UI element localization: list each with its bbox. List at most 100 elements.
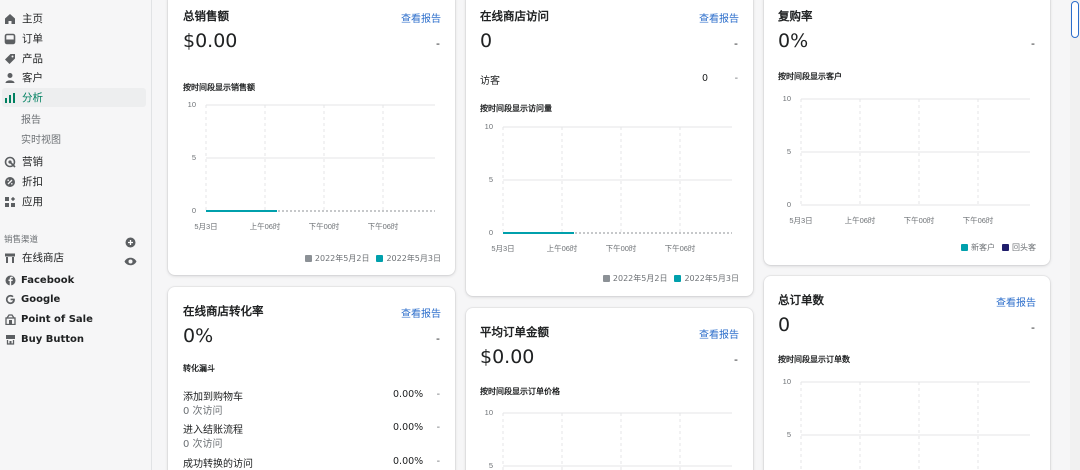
legend-swatch [1002, 244, 1009, 251]
card-avg-order-value: 平均订单金额 查看报告 $0.00 - 按时间段显示订单价格 10 5 [466, 308, 753, 470]
sidebar-item-label: 在线商店 [22, 252, 64, 264]
funnel-row-sub: 0 次访问 [183, 406, 223, 417]
change-indicator: - [734, 37, 738, 50]
buy-button-icon [4, 333, 16, 345]
view-report-link[interactable]: 查看报告 [401, 10, 441, 25]
scrollbar[interactable] [1070, 0, 1080, 470]
funnel-row-value: 0.00% [393, 422, 424, 433]
change-indicator: - [436, 37, 440, 50]
x-tick-label: 5月3日 [789, 216, 812, 225]
view-report-link[interactable]: 查看报告 [699, 10, 739, 25]
change-indicator: - [734, 353, 738, 366]
discount-icon [3, 175, 16, 188]
total-sales-value: $0.00 [183, 30, 238, 52]
card-total-sales: 总销售额 查看报告 $0.00 - 按时间段显示销售额 10 5 0 5月3日 … [168, 0, 455, 275]
y-tick-label: 10 [783, 377, 791, 386]
y-tick-label: 10 [783, 94, 791, 103]
y-tick-label: 10 [188, 100, 196, 109]
y-tick-label: 0 [787, 200, 791, 209]
change-indicator: - [436, 332, 440, 345]
sidebar-item-label: 客户 [22, 72, 43, 84]
conversion-rate-value: 0% [183, 325, 214, 347]
pos-icon [4, 313, 16, 325]
card-store-visits: 在线商店访问 查看报告 0 - 访客 0 - 按时间段显示访问量 10 5 0 … [466, 0, 753, 296]
y-tick-label: 5 [192, 153, 196, 162]
y-tick-label: 0 [489, 228, 493, 237]
sidebar-item-orders[interactable]: 订单 [2, 29, 146, 48]
sidebar-item-label: 营销 [22, 156, 43, 168]
chart-subtitle: 按时间段显示访问量 [480, 104, 552, 113]
view-report-link[interactable]: 查看报告 [699, 326, 739, 341]
card-conversion-rate: 在线商店转化率 查看报告 0% - 转化漏斗 添加到购物车 0 次访问 0.00… [168, 287, 455, 470]
x-tick-label: 上午06时 [250, 221, 281, 231]
sidebar-item-analytics[interactable]: 分析 [2, 88, 146, 107]
sales-channels-label: 销售渠道 [4, 235, 39, 245]
legend-label: 2022年5月3日 [386, 254, 441, 263]
sidebar-subitem-live-view[interactable]: 实时视图 [21, 131, 61, 146]
eye-icon[interactable] [124, 252, 137, 266]
y-tick-label: 0 [192, 206, 196, 215]
card-repeat-rate: 复购率 0% - 按时间段显示客户 10 5 0 5月3日 上午06时 下午00… [764, 0, 1050, 265]
x-tick-label: 下午06时 [665, 243, 696, 253]
x-tick-label: 下午00时 [904, 215, 935, 225]
change-indicator: - [1031, 321, 1035, 334]
card-title: 复购率 [778, 9, 813, 23]
sidebar-item-products[interactable]: 产品 [2, 49, 146, 68]
chart-legend: 新客户 回头客 [961, 242, 1036, 253]
legend-swatch [674, 275, 682, 282]
x-tick-label: 5月3日 [491, 244, 514, 253]
legend-swatch [304, 255, 312, 262]
avg-order-value: $0.00 [480, 346, 535, 368]
total-orders-value: 0 [778, 314, 791, 336]
analytics-icon [3, 91, 16, 104]
view-report-link[interactable]: 查看报告 [401, 305, 441, 320]
sidebar-item-label: 折扣 [22, 176, 43, 188]
channel-label: Facebook [21, 274, 75, 286]
change-indicator: - [1031, 37, 1035, 50]
y-tick-label: 5 [787, 430, 791, 439]
sidebar-item-home[interactable]: 主页 [2, 9, 146, 28]
sidebar-item-label: 主页 [22, 13, 43, 25]
chart-subtitle: 按时间段显示订单数 [778, 355, 850, 364]
channel-label: Point of Sale [21, 313, 93, 325]
sidebar: 主页 订单 产品 客户 分析 报告 实时视图 营销 折扣 应用 销售渠道 在线商… [0, 0, 152, 470]
funnel-title: 转化漏斗 [183, 364, 215, 373]
funnel-row-label: 进入结账流程 [183, 425, 243, 436]
sales-chart: 10 5 0 5月3日 上午06时 下午00时 下午06时 [188, 100, 435, 231]
store-visits-value: 0 [480, 30, 493, 52]
channel-facebook[interactable]: Facebook [4, 272, 74, 288]
repeat-rate-value: 0% [778, 30, 809, 52]
y-tick-label: 10 [485, 122, 493, 131]
funnel-row-change: - [436, 422, 440, 433]
orders-icon [3, 32, 16, 45]
view-report-link[interactable]: 查看报告 [996, 294, 1036, 309]
marketing-icon [3, 155, 16, 168]
funnel-row-value: 0.00% [393, 456, 424, 467]
store-icon [3, 251, 16, 264]
legend-label: 2022年5月2日 [314, 254, 370, 263]
channel-point-of-sale[interactable]: Point of Sale [4, 311, 93, 327]
chart-subtitle: 按时间段显示订单价格 [480, 387, 560, 396]
funnel-row-change: - [436, 389, 440, 400]
legend-label: 2022年5月3日 [684, 274, 739, 283]
legend-swatch [961, 244, 968, 251]
channel-buy-button[interactable]: Buy Button [4, 331, 84, 347]
channel-label: Google [21, 293, 61, 305]
scrollbar-thumb[interactable] [1071, 1, 1079, 38]
y-tick-label: 5 [787, 147, 791, 156]
sidebar-item-discounts[interactable]: 折扣 [2, 172, 146, 191]
order-value-chart: 10 5 [485, 408, 732, 470]
x-tick-label: 下午06时 [368, 221, 399, 231]
chart-subtitle: 按时间段显示客户 [778, 72, 842, 81]
sidebar-item-label: 应用 [22, 196, 43, 208]
sidebar-item-marketing[interactable]: 营销 [2, 152, 146, 171]
sidebar-item-label: 分析 [22, 92, 43, 104]
legend-swatch [376, 255, 384, 262]
sidebar-item-customers[interactable]: 客户 [2, 68, 146, 87]
channel-google[interactable]: Google [4, 291, 60, 307]
add-channel-icon[interactable] [125, 233, 136, 248]
funnel-row-sub: 0 次访问 [183, 439, 223, 450]
chart-legend: 2022年5月2日 2022年5月3日 [602, 273, 739, 284]
sidebar-subitem-reports[interactable]: 报告 [21, 111, 41, 126]
sidebar-item-apps[interactable]: 应用 [2, 192, 146, 211]
